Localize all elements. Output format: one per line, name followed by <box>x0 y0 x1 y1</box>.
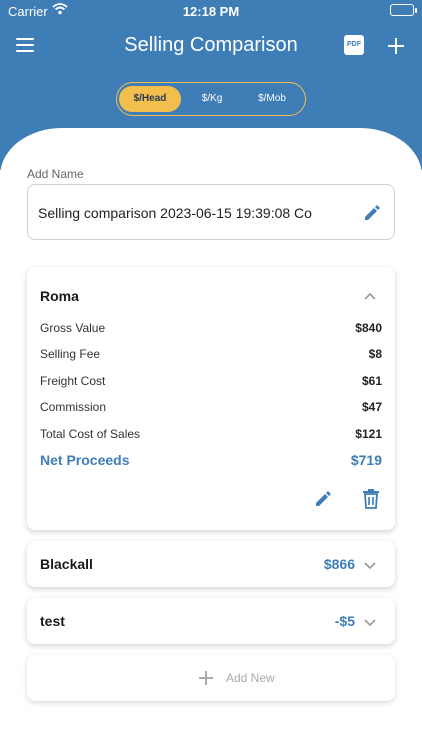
chevron-up-icon[interactable] <box>364 290 376 302</box>
row-label-commission: Commission <box>40 400 107 414</box>
add-icon[interactable] <box>386 36 406 56</box>
plus-icon <box>199 671 213 685</box>
location-card-blackall[interactable]: Blackall $866 <box>27 541 395 587</box>
segment-per-head[interactable]: $/Head <box>119 86 181 112</box>
segment-per-kg[interactable]: $/Kg <box>181 86 243 112</box>
chevron-down-icon[interactable] <box>364 615 376 627</box>
card-title-test: test <box>40 613 65 629</box>
row-value-commission: $47 <box>361 400 382 414</box>
row-value-gross-value: $840 <box>355 321 382 335</box>
location-card-roma: Roma Gross Value $840 Selling Fee $8 Fre… <box>27 267 395 530</box>
status-bar: Carrier 12:18 PM <box>0 0 422 22</box>
location-card-test[interactable]: test -$5 <box>27 598 395 644</box>
battery-icon <box>390 4 417 16</box>
row-label-selling-fee: Selling Fee <box>40 347 101 361</box>
add-new-label: Add New <box>226 671 275 685</box>
row-label-total-cost: Total Cost of Sales <box>40 427 141 441</box>
net-proceeds-label: Net Proceeds <box>40 452 130 468</box>
net-proceeds-value: $719 <box>350 452 382 468</box>
edit-name-pencil-icon[interactable] <box>362 203 382 223</box>
pdf-export-icon[interactable]: PDF <box>344 35 364 55</box>
card-title-blackall: Blackall <box>40 556 93 572</box>
segment-per-mob[interactable]: $/Mob <box>241 86 303 112</box>
name-field[interactable]: Selling comparison 2023-06-15 19:39:08 C… <box>27 184 395 240</box>
row-value-freight-cost: $61 <box>361 374 382 388</box>
clock: 12:18 PM <box>182 4 240 19</box>
name-field-label: Add Name <box>27 167 84 181</box>
card-title-roma: Roma <box>40 288 79 304</box>
card-value-blackall: $866 <box>323 556 355 572</box>
row-value-total-cost: $121 <box>355 427 382 441</box>
chevron-down-icon[interactable] <box>364 558 376 570</box>
row-label-gross-value: Gross Value <box>40 321 106 335</box>
unit-segmented-control: $/Head $/Kg $/Mob <box>116 82 306 116</box>
edit-card-pencil-icon[interactable] <box>313 489 333 509</box>
row-label-freight-cost: Freight Cost <box>40 374 106 388</box>
name-field-value[interactable]: Selling comparison 2023-06-15 19:39:08 C… <box>38 205 348 221</box>
delete-trash-icon[interactable] <box>361 488 381 509</box>
add-new-button[interactable]: Add New <box>27 655 395 701</box>
card-value-test: -$5 <box>334 613 355 629</box>
row-value-selling-fee: $8 <box>368 347 382 361</box>
